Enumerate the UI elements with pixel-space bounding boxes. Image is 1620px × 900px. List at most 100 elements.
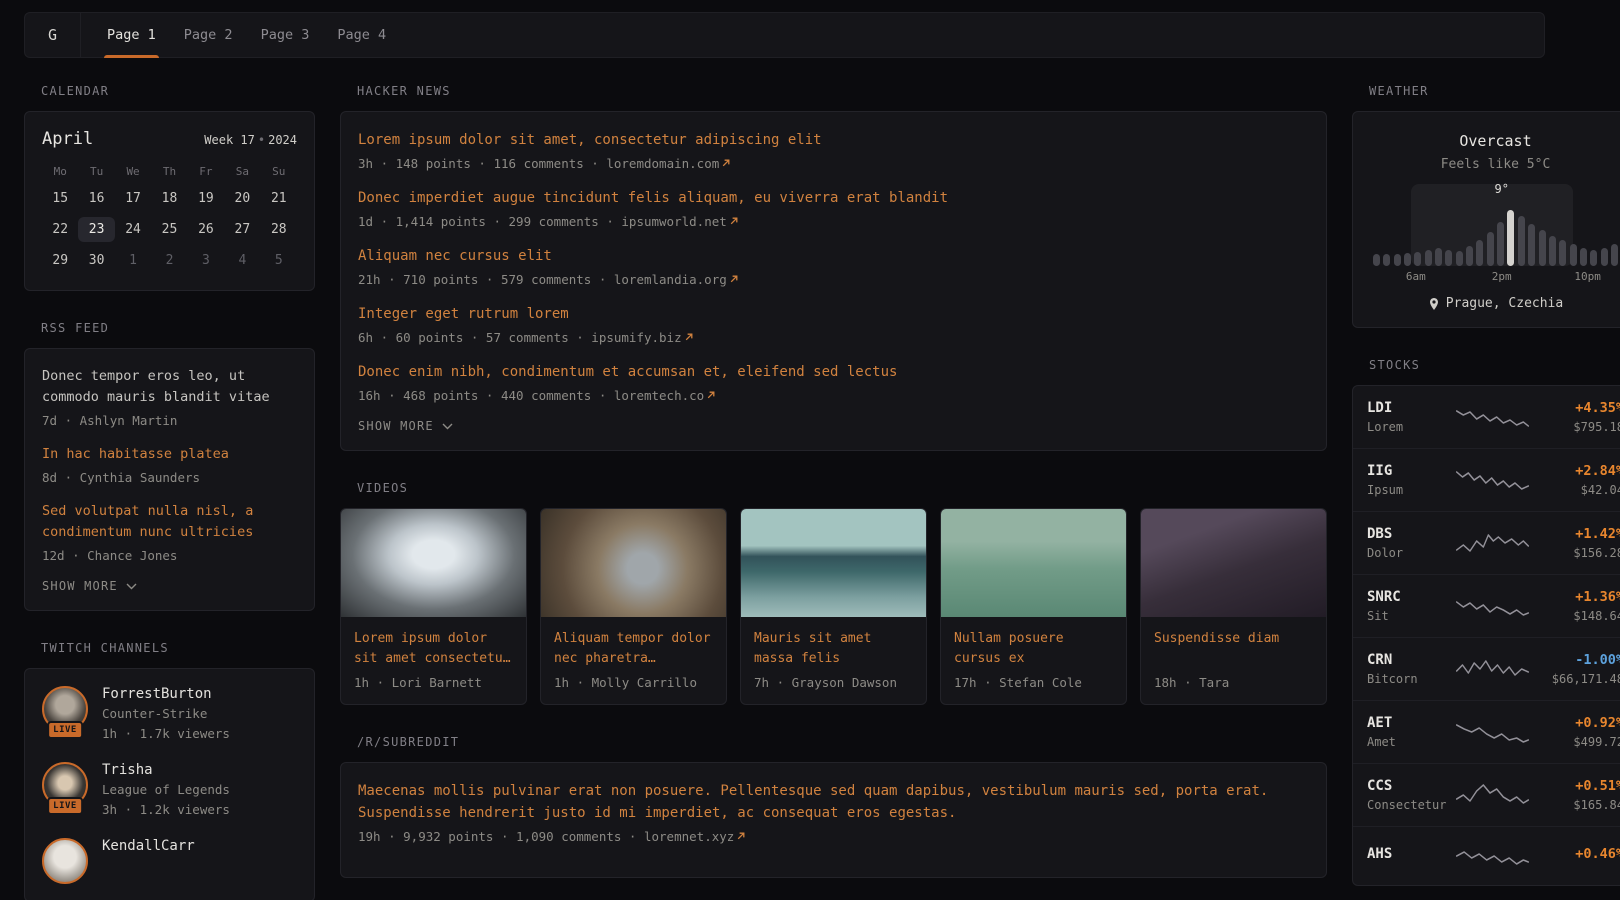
calendar-day: 20 [224, 186, 260, 211]
video-title: Aliquam tempor dolor nec pharetra… [554, 629, 713, 669]
stock-sparkline [1455, 465, 1530, 495]
video-meta: 17h · Stefan Cole [954, 675, 1113, 690]
hn-item-headline[interactable]: Aliquam nec cursus elit [358, 245, 1309, 267]
tab-page-3[interactable]: Page 3 [247, 13, 324, 57]
stock-change: +4.35% [1530, 400, 1620, 416]
hn-item-domain-link[interactable]: loremlandia.org [614, 272, 739, 287]
stock-row[interactable]: DBS Dolor +1.42% $156.28 [1353, 511, 1620, 574]
hn-item-headline[interactable]: Donec enim nibh, condimentum et accumsan… [358, 361, 1309, 383]
stock-name: Lorem [1367, 420, 1455, 434]
hn-item-domain-link[interactable]: ipsumify.biz [591, 330, 693, 345]
subreddit-item-domain-link[interactable]: loremnet.xyz [644, 829, 746, 844]
stock-row[interactable]: AET Amet +0.92% $499.72 [1353, 700, 1620, 763]
stock-row[interactable]: LDI Lorem +4.35% $795.18 [1353, 386, 1620, 448]
video-card[interactable]: Lorem ipsum dolor sit amet consectetu… 1… [340, 508, 527, 705]
video-thumbnail [541, 509, 726, 617]
stock-row[interactable]: AHS +0.46% [1353, 826, 1620, 885]
video-title: Suspendisse diam [1154, 629, 1313, 669]
stock-sparkline [1455, 841, 1530, 871]
subreddit-item-domain: loremnet.xyz [644, 829, 734, 844]
show-more-label: SHOW MORE [42, 579, 118, 593]
channel-name[interactable]: Trisha [102, 762, 230, 778]
tab-page-2[interactable]: Page 2 [170, 13, 247, 57]
stock-change: +0.46% [1530, 846, 1620, 862]
tab-page-1[interactable]: Page 1 [93, 13, 170, 57]
stock-id: SNRC Sit [1367, 589, 1455, 623]
subreddit-widget: /R/SUBREDDIT Maecenas mollis pulvinar er… [340, 735, 1327, 878]
left-column: CALENDAR April Week 17•2024 Mo Tu We Th … [24, 84, 315, 900]
weather-bar [1580, 248, 1587, 266]
weather-widget: WEATHER Overcast Feels like 5°C 9° 6am 2… [1352, 84, 1620, 328]
subreddit-item-headline[interactable]: Maecenas mollis pulvinar erat non posuer… [358, 780, 1309, 824]
weather-bar [1383, 254, 1390, 266]
rss-widget: RSS FEED Donec tempor eros leo, ut commo… [24, 321, 315, 611]
video-card[interactable]: Aliquam tempor dolor nec pharetra… 1h · … [540, 508, 727, 705]
calendar-week: Week 17 [204, 133, 255, 147]
weather-time-label: 10pm [1574, 270, 1601, 283]
hn-item: Lorem ipsum dolor sit amet, consectetur … [358, 129, 1309, 172]
tab-page-4[interactable]: Page 4 [323, 13, 400, 57]
hn-show-more-button[interactable]: SHOW MORE [358, 419, 453, 433]
rss-show-more-button[interactable]: SHOW MORE [42, 579, 137, 593]
rss-item-headline[interactable]: Sed volutpat nulla nisl, a condimentum n… [42, 501, 297, 543]
stock-row[interactable]: CCS Consectetur +0.51% $165.84 [1353, 763, 1620, 826]
stock-price: $165.84 [1530, 798, 1620, 812]
video-card[interactable]: Suspendisse diam 18h · Tara [1140, 508, 1327, 705]
hn-item-meta: 21h · 710 points · 579 comments · loreml… [358, 271, 1309, 288]
weather-bars [1373, 202, 1618, 266]
weather-bar [1425, 250, 1432, 266]
twitch-channel: KendallCarr [42, 838, 297, 884]
calendar-day-today: 23 [78, 217, 114, 242]
rss-item: In hac habitasse platea 8d · Cynthia Sau… [42, 444, 297, 486]
calendar-widget-title: CALENDAR [41, 84, 315, 98]
hn-item-domain-link[interactable]: loremtech.co [614, 388, 716, 403]
twitch-widget: TWITCH CHANNELS LIVE ForrestBurton Count… [24, 641, 315, 900]
weather-location-label: Prague, Czechia [1446, 296, 1563, 311]
video-card[interactable]: Mauris sit amet massa felis 7h · Grayson… [740, 508, 927, 705]
twitch-widget-title: TWITCH CHANNELS [41, 641, 315, 655]
stock-row[interactable]: IIG Ipsum +2.84% $42.04 [1353, 448, 1620, 511]
hn-item-domain-link[interactable]: ipsumworld.net [621, 214, 738, 229]
channel-category: League of Legends [102, 782, 230, 797]
calendar-day-header: Fr [188, 161, 224, 180]
stock-id: AHS [1367, 846, 1455, 866]
hn-item-headline[interactable]: Lorem ipsum dolor sit amet, consectetur … [358, 129, 1309, 151]
hn-item-stats: 6h · 60 points · 57 comments · [358, 330, 591, 345]
video-meta: 1h · Lori Barnett [354, 675, 513, 690]
channel-name[interactable]: ForrestBurton [102, 686, 230, 702]
weather-bar [1590, 250, 1597, 266]
stock-symbol: AET [1367, 715, 1455, 731]
app-logo[interactable]: G [25, 13, 81, 57]
hn-item-domain: ipsumify.biz [591, 330, 681, 345]
hn-item-headline[interactable]: Donec imperdiet augue tincidunt felis al… [358, 187, 1309, 209]
channel-name[interactable]: KendallCarr [102, 838, 195, 854]
stock-id: DBS Dolor [1367, 526, 1455, 560]
topbar: G Page 1 Page 2 Page 3 Page 4 [24, 12, 1545, 58]
stock-row[interactable]: SNRC Sit +1.36% $148.64 [1353, 574, 1620, 637]
video-thumbnail [1141, 509, 1326, 617]
hn-item-headline[interactable]: Integer eget rutrum lorem [358, 303, 1309, 325]
rss-item-headline[interactable]: In hac habitasse platea [42, 444, 297, 465]
stock-row[interactable]: CRN Bitcorn -1.00% $66,171.48 [1353, 637, 1620, 700]
stock-values: +2.84% $42.04 [1530, 463, 1620, 497]
rss-widget-title: RSS FEED [41, 321, 315, 335]
calendar-day-header: Mo [42, 161, 78, 180]
calendar-day: 26 [188, 217, 224, 242]
rss-item-headline[interactable]: Donec tempor eros leo, ut commodo mauris… [42, 366, 297, 408]
twitch-channel: LIVE ForrestBurton Counter-Strike 1h · 1… [42, 686, 297, 742]
calendar-day: 17 [115, 186, 151, 211]
stock-id: LDI Lorem [1367, 400, 1455, 434]
stock-symbol: AHS [1367, 846, 1455, 862]
stock-name: Dolor [1367, 546, 1455, 560]
stock-id: CCS Consectetur [1367, 778, 1455, 812]
middle-column: HACKER NEWS Lorem ipsum dolor sit amet, … [340, 84, 1327, 900]
hn-item-stats: 3h · 148 points · 116 comments · [358, 156, 606, 171]
separator-dot: • [258, 133, 265, 147]
hn-item-meta: 3h · 148 points · 116 comments · loremdo… [358, 155, 1309, 172]
calendar-day-header: We [115, 161, 151, 180]
stock-values: +4.35% $795.18 [1530, 400, 1620, 434]
channel-avatar[interactable] [42, 838, 88, 884]
video-card[interactable]: Nullam posuere cursus ex 17h · Stefan Co… [940, 508, 1127, 705]
hn-item: Donec enim nibh, condimentum et accumsan… [358, 361, 1309, 404]
hn-item-domain-link[interactable]: loremdomain.com [606, 156, 731, 171]
